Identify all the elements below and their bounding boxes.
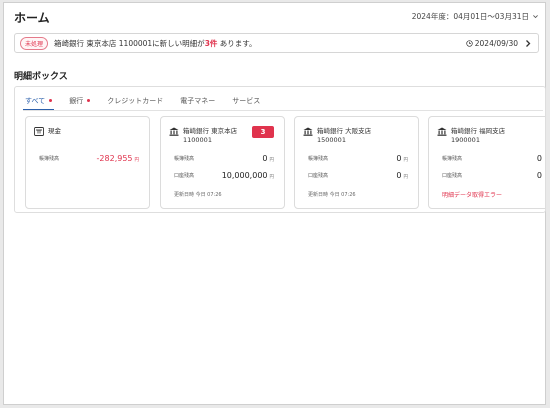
account-balance-label: 口座残高 [174, 173, 195, 179]
statement-box-title: 明細ボックス [14, 72, 68, 82]
updated-timestamp: 更新日時 今日 07:26 [308, 192, 356, 198]
updated-timestamp: 更新日時 今日 07:26 [174, 192, 222, 198]
tabs-divider [23, 110, 543, 111]
book-balance-row: 帳簿残高 0円 [174, 151, 274, 163]
tab-e-money-label: 電子マネー [180, 97, 216, 105]
book-balance-row: 帳簿残高 -282,955 円 [39, 151, 139, 163]
book-balance-amount: 0 [262, 154, 268, 163]
card-header: 箱崎銀行 大阪支店 1500001 [303, 127, 393, 145]
new-statement-count-badge: 3 [252, 126, 274, 138]
account-balance-value: 0円 [396, 171, 408, 180]
tab-e-money[interactable]: 電子マネー [178, 96, 217, 110]
currency-unit: 円 [403, 158, 409, 163]
notice-date-text: 2024/09/30 [474, 39, 518, 48]
unprocessed-badge: 未処理 [20, 36, 49, 50]
book-balance-value: 0円 [262, 154, 274, 163]
account-balance-amount: 10,000,000 [221, 171, 268, 180]
tab-all[interactable]: すべて [23, 96, 55, 110]
wallet-icon [34, 127, 44, 136]
notice-message-suffix: あります。 [219, 38, 257, 48]
book-balance-label: 帳簿残高 [174, 156, 195, 162]
book-balance-value: 0 [537, 154, 542, 163]
statement-box-panel: すべて 銀行 クレジットカード 電子マネー サービス 現金 帳簿残高 -282,… [14, 86, 546, 213]
book-balance-label: 帳簿残高 [39, 156, 60, 162]
currency-unit: 円 [269, 175, 275, 180]
book-balance-amount: 0 [396, 154, 402, 163]
bank-icon [437, 127, 447, 136]
header: ホーム 2024年度：04月01日〜03月31日 [4, 3, 545, 29]
bank-icon [303, 127, 313, 136]
notice-message-prefix: 箱崎銀行 東京本店 1100001に新しい明細が [54, 38, 205, 48]
book-balance-value: 0円 [396, 154, 408, 163]
clock-icon [466, 40, 473, 47]
currency-unit: 円 [403, 175, 409, 180]
book-balance-row: 帳簿残高 0円 [308, 151, 408, 163]
tab-bank-label: 銀行 [69, 97, 84, 105]
book-balance-label: 帳簿残高 [308, 156, 329, 162]
tab-all-label: すべて [25, 97, 46, 105]
book-balance-row: 帳簿残高 0 [442, 151, 542, 163]
tab-service-label: サービス [232, 97, 261, 105]
card-title: 現金 [48, 127, 61, 135]
unread-dot [87, 99, 91, 102]
fiscal-period-selector[interactable]: 2024年度：04月01日〜03月31日 [412, 11, 539, 22]
unread-dot [49, 99, 53, 102]
bank-icon [169, 127, 179, 136]
book-balance-amount: -282,955 [96, 154, 133, 163]
card-title: 箱崎銀行 大阪支店 1500001 [317, 127, 372, 144]
new-statement-notice[interactable]: 未処理 箱崎銀行 東京本店 1100001に新しい明細が3件 あります。 202… [14, 33, 539, 53]
account-balance-label: 口座残高 [442, 173, 463, 179]
account-balance-value: 0 [537, 171, 542, 180]
chevron-right-icon[interactable] [523, 38, 533, 49]
notice-message: 箱崎銀行 東京本店 1100001に新しい明細が3件 あります。 [54, 38, 257, 49]
account-balance-value: 10,000,000 円 [222, 171, 274, 180]
book-balance-label: 帳簿残高 [442, 156, 463, 162]
card-title: 箱崎銀行 東京本店 1100001 [183, 127, 238, 144]
tab-bank[interactable]: 銀行 [67, 96, 92, 110]
book-balance-value: -282,955 円 [97, 154, 139, 163]
card-header: 箱崎銀行 東京本店 1100001 [169, 127, 259, 145]
book-balance-amount: 0 [536, 154, 542, 163]
tab-credit-card[interactable]: クレジットカード [105, 96, 165, 110]
card-header: 箱崎銀行 福岡支店 1900001 [437, 127, 527, 145]
account-card-tokyo[interactable]: 箱崎銀行 東京本店 1100001 3 帳簿残高 0円 口座残高 10,000,… [160, 116, 285, 209]
currency-unit: 円 [269, 158, 275, 163]
account-balance-row: 口座残高 10,000,000 円 [174, 168, 274, 180]
card-header: 現金 [34, 127, 124, 136]
notice-count: 3件 [204, 38, 218, 48]
chevron-down-icon [533, 15, 538, 19]
page-title: ホーム [14, 11, 50, 25]
account-balance-label: 口座残高 [308, 173, 329, 179]
card-title: 箱崎銀行 福岡支店 1900001 [451, 127, 506, 144]
account-balance-amount: 0 [396, 171, 402, 180]
tab-credit-card-label: クレジットカード [107, 97, 164, 105]
account-balance-row: 口座残高 0 [442, 168, 542, 180]
currency-unit: 円 [134, 158, 140, 163]
fiscal-period-label: 2024年度：04月01日〜03月31日 [411, 12, 529, 21]
notice-date: 2024/09/30 [466, 39, 518, 48]
account-card-fukuoka[interactable]: 箱崎銀行 福岡支店 1900001 帳簿残高 0 口座残高 0 明細データ取得エ… [428, 116, 545, 209]
account-card-cash[interactable]: 現金 帳簿残高 -282,955 円 [25, 116, 150, 209]
app-window: ホーム 2024年度：04月01日〜03月31日 未処理 箱崎銀行 東京本店 1… [3, 2, 546, 405]
account-balance-amount: 0 [536, 171, 542, 180]
fetch-error-link[interactable]: 明細データ取得エラー [442, 190, 502, 199]
tab-service[interactable]: サービス [230, 96, 262, 110]
account-card-osaka[interactable]: 箱崎銀行 大阪支店 1500001 帳簿残高 0円 口座残高 0円 更新日時 今… [294, 116, 419, 209]
statement-tabs: すべて 銀行 クレジットカード 電子マネー サービス [23, 95, 275, 110]
account-balance-row: 口座残高 0円 [308, 168, 408, 180]
